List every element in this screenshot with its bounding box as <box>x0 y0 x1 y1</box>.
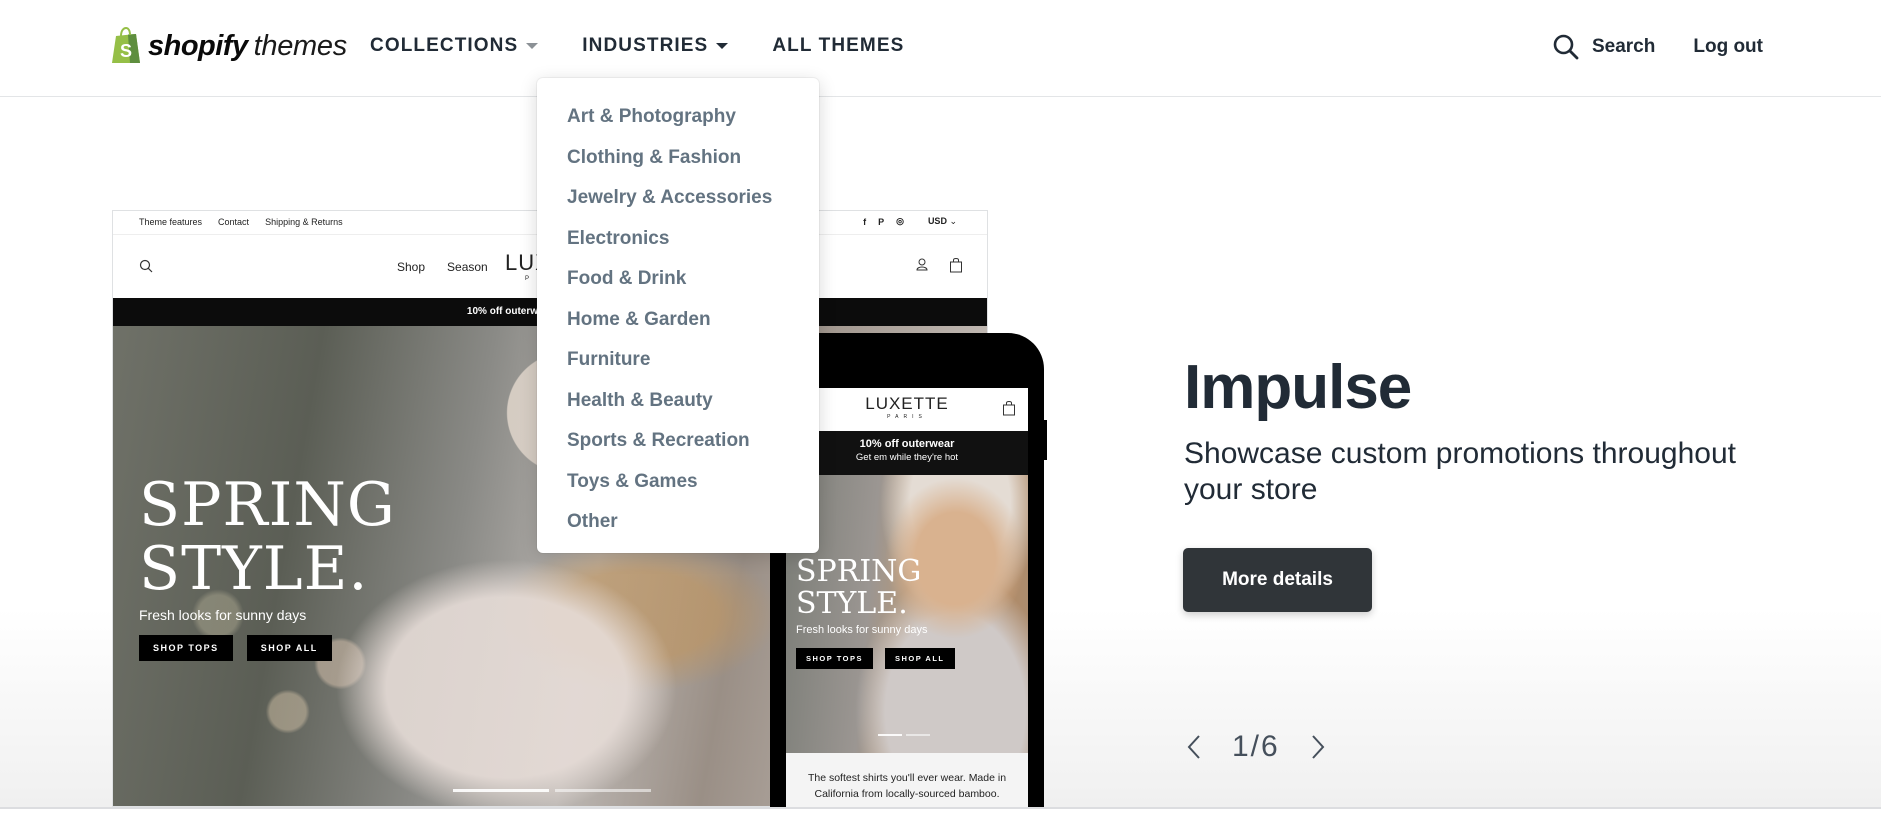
industry-jewelry-accessories[interactable]: Jewelry & Accessories <box>537 183 819 224</box>
instagram-icon: ◎ <box>896 216 904 226</box>
industry-other[interactable]: Other <box>537 507 819 548</box>
industry-sports-recreation[interactable]: Sports & Recreation <box>537 426 819 467</box>
chevron-left-icon <box>1187 735 1200 759</box>
search-icon <box>139 259 153 273</box>
chevron-right-icon <box>1311 735 1325 759</box>
slide-indicator <box>555 789 651 792</box>
mobile-slide-indicators <box>878 734 934 736</box>
account-icon <box>915 257 929 278</box>
industry-health-beauty[interactable]: Health & Beauty <box>537 386 819 427</box>
next-slide-button[interactable] <box>1306 732 1330 762</box>
industry-art-photography[interactable]: Art & Photography <box>537 102 819 143</box>
mobile-hero-title: SPRING STYLE. <box>796 556 967 620</box>
search-icon <box>1553 34 1579 60</box>
theme-title: Impulse <box>1184 353 1412 422</box>
preview-shop-all-button: SHOP ALL <box>246 635 332 661</box>
search-button[interactable]: Search <box>1552 33 1655 61</box>
mobile-description: The softest shirts you'll ever wear. Mad… <box>786 753 1028 807</box>
preview-link: Contact <box>218 217 250 227</box>
preview-nav-link: Season <box>447 260 488 274</box>
mobile-preview-header: LUXETTE PARIS <box>786 388 1028 431</box>
shopify-themes-logo[interactable]: S shopify themes <box>110 26 347 66</box>
mobile-hero-subtitle: Fresh looks for sunny days <box>796 624 928 636</box>
more-details-button[interactable]: More details <box>1183 548 1372 612</box>
industry-electronics[interactable]: Electronics <box>537 224 819 265</box>
pinterest-icon: P <box>878 216 885 227</box>
slide-indicator <box>906 734 930 736</box>
preview-slide-indicators <box>453 789 657 792</box>
nav-all-themes[interactable]: ALL THEMES <box>772 35 904 57</box>
industry-home-garden[interactable]: Home & Garden <box>537 305 819 346</box>
hero-divider <box>0 807 1881 809</box>
nav-industries[interactable]: INDUSTRIES <box>582 35 729 57</box>
preview-nav-link: Shop <box>397 260 426 274</box>
facebook-icon: f <box>863 216 867 227</box>
mobile-preview[interactable]: LUXETTE PARIS 10% off outerwear Get em w… <box>786 388 1028 807</box>
mobile-shop-all-button: SHOP ALL <box>885 648 955 669</box>
store-logo-text: LUXETTE <box>865 394 949 413</box>
slide-counter: 1/6 <box>1232 730 1280 763</box>
logo-shopify-text: shopify <box>148 29 248 62</box>
nav-all-themes-label: ALL THEMES <box>772 35 905 56</box>
previous-slide-button[interactable] <box>1182 732 1206 762</box>
promo-subtitle: Get em while they're hot <box>855 452 959 463</box>
slide-pager: 1/6 <box>1182 730 1330 764</box>
logo-themes-text: themes <box>253 29 348 62</box>
promo-title: 10% off outerwear <box>859 438 955 450</box>
industry-clothing-fashion[interactable]: Clothing & Fashion <box>537 143 819 184</box>
caret-down-icon <box>716 43 729 49</box>
logout-link[interactable]: Log out <box>1693 36 1763 58</box>
theme-tagline: Showcase custom promotions throughout yo… <box>1184 437 1736 506</box>
phone-side-button <box>1042 420 1047 460</box>
industry-toys-games[interactable]: Toys & Games <box>537 467 819 508</box>
main-nav: COLLECTIONS INDUSTRIES ALL THEMES <box>370 35 948 57</box>
nav-collections[interactable]: COLLECTIONS <box>370 35 539 57</box>
currency-selector: USD ⌄ <box>927 216 957 226</box>
nav-industries-label: INDUSTRIES <box>582 35 709 56</box>
store-logo-sub: PARIS <box>887 414 927 420</box>
hero-title-line: STYLE. <box>139 534 369 604</box>
slide-indicator <box>878 734 902 736</box>
industry-food-drink[interactable]: Food & Drink <box>537 264 819 305</box>
mobile-shop-tops-button: SHOP TOPS <box>796 648 873 669</box>
slide-indicator <box>453 789 549 792</box>
mobile-hero-text: SPRING STYLE. Fresh looks for sunny days… <box>796 556 967 669</box>
cart-bag-icon <box>949 257 963 278</box>
svg-text:S: S <box>120 41 132 61</box>
currency-value: USD <box>927 216 947 226</box>
cart-bag-icon <box>1002 400 1016 421</box>
caret-down-icon <box>526 43 539 49</box>
mobile-promo-bar: 10% off outerwear Get em while they're h… <box>786 431 1028 475</box>
preview-link: Shipping & Returns <box>265 217 343 227</box>
preview-shop-tops-button: SHOP TOPS <box>139 635 233 661</box>
preview-hero-text: SPRING STYLE. Fresh looks for sunny days… <box>139 473 396 661</box>
industries-dropdown: Art & Photography Clothing & Fashion Jew… <box>537 78 819 553</box>
preview-hero-title: SPRING STYLE. <box>139 473 396 601</box>
hero-title-line: SPRING <box>139 470 396 540</box>
hero-title-line: SPRING <box>796 554 922 589</box>
preview-link: Theme features <box>139 217 203 227</box>
site-header: S shopify themes COLLECTIONS INDUSTRIES … <box>0 0 1881 97</box>
mobile-store-logo: LUXETTE PARIS <box>786 394 1028 420</box>
search-label: Search <box>1591 36 1656 57</box>
industry-furniture[interactable]: Furniture <box>537 345 819 386</box>
header-actions: Search Log out <box>1552 33 1763 61</box>
hero-title-line: STYLE. <box>796 586 908 621</box>
preview-hero-subtitle: Fresh looks for sunny days <box>139 607 307 623</box>
shopify-bag-icon: S <box>110 26 142 65</box>
nav-collections-label: COLLECTIONS <box>370 35 519 56</box>
